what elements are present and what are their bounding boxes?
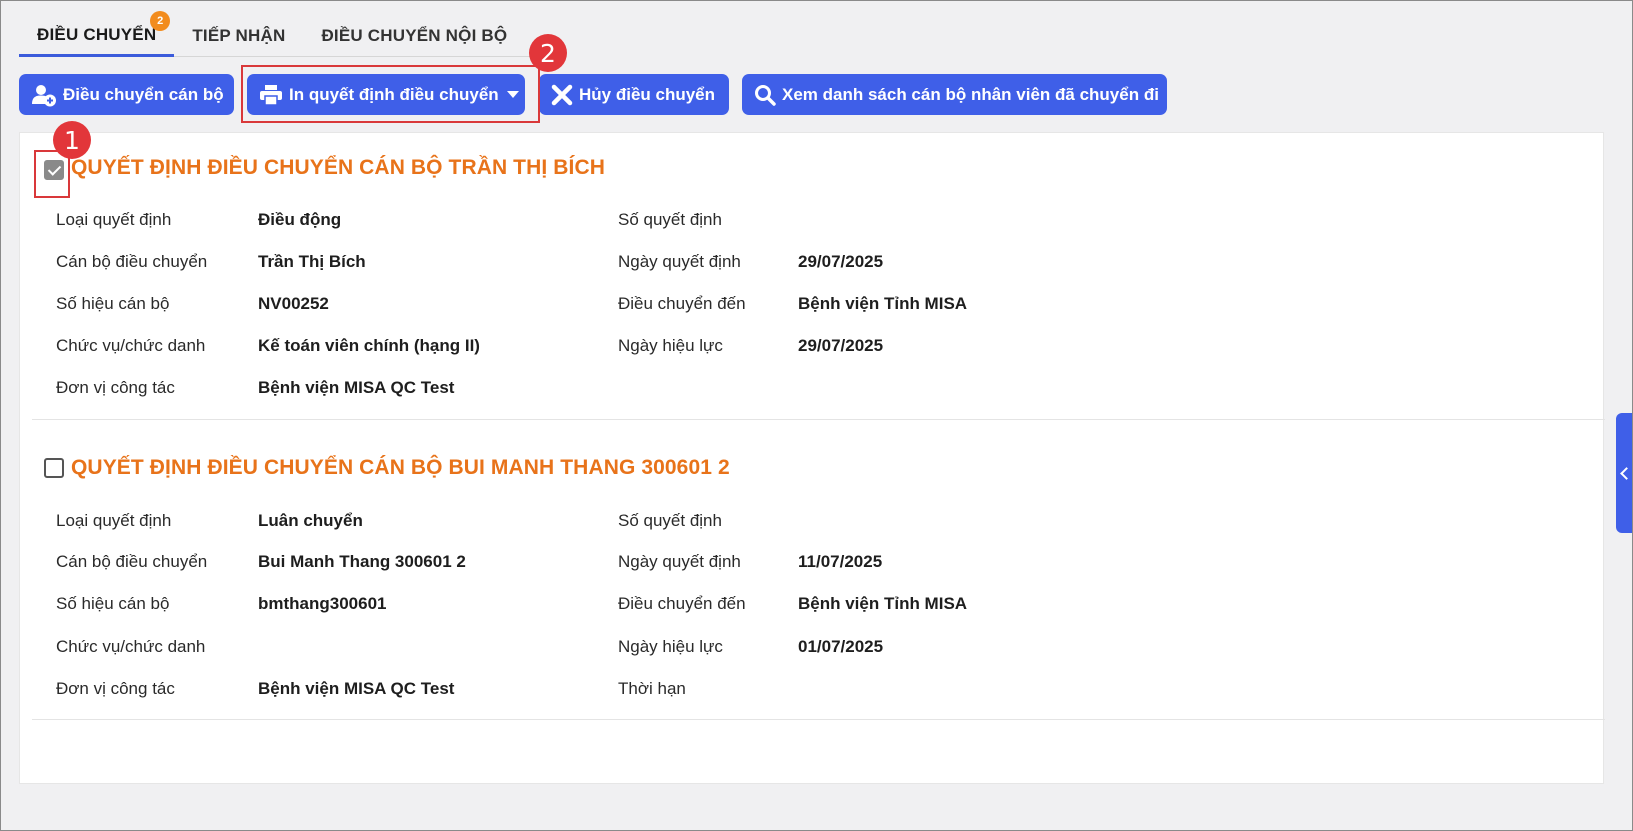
field-value: Bui Manh Thang 300601 2 [258,552,466,571]
tab-label: ĐIỀU CHUYỂN [37,24,157,44]
tab-bar: ĐIỀU CHUYỂN 2 TIẾP NHẬN ĐIỀU CHUYỂN NỘI … [19,11,531,57]
field-label: Điều chuyển đến [618,594,746,613]
field-label: Thời hạn [618,679,686,698]
record-title: QUYẾT ĐỊNH ĐIỀU CHUYỂN CÁN BỘ TRẦN THỊ B… [71,156,605,179]
field-label: Đơn vị công tác [56,378,175,397]
record-divider [32,419,1605,420]
field-value: bmthang300601 [258,594,387,613]
view-transferred-list-label: Xem danh sách cán bộ nhân viên đã chuyển… [782,84,1159,104]
field-value: Bệnh viện MISA QC Test [258,679,455,698]
transfer-staff-label: Điều chuyển cán bộ [63,84,224,104]
decision-list-panel: QUYẾT ĐỊNH ĐIỀU CHUYỂN CÁN BỘ TRẦN THỊ B… [19,132,1605,784]
field-label: Ngày quyết định [618,552,741,571]
field-label: Loại quyết định [56,210,172,229]
field-label: Số quyết định [618,210,722,229]
tab-dieu-chuyen[interactable]: ĐIỀU CHUYỂN 2 [19,11,175,57]
field-label: Cán bộ điều chuyển [56,552,208,571]
field-value: Trần Thị Bích [258,252,366,271]
field-label: Số quyết định [618,511,722,530]
field-value: Điều động [258,210,342,229]
transfer-staff-button[interactable]: Điều chuyển cán bộ [19,74,234,115]
record-divider [32,719,1605,720]
step-number-1: 1 [53,121,91,159]
tab-badge: 2 [150,11,171,31]
field-label: Đơn vị công tác [56,679,175,698]
tab-dieu-chuyen-noi-bo[interactable]: ĐIỀU CHUYỂN NỘI BỘ [303,15,525,57]
record-title: QUYẾT ĐỊNH ĐIỀU CHUYỂN CÁN BỘ BUI MANH T… [71,456,730,479]
field-label: Chức vụ/chức danh [56,336,206,355]
field-label: Loại quyết định [56,511,172,530]
field-value: 29/07/2025 [798,336,884,355]
field-label: Ngày hiệu lực [618,336,723,355]
field-label: Ngày hiệu lực [618,637,723,656]
highlight-box-print [241,65,540,123]
tab-label: TIẾP NHẬN [192,26,286,45]
close-icon [551,84,573,105]
field-value: Luân chuyển [258,511,363,530]
field-label: Chức vụ/chức danh [56,637,206,656]
field-value: 11/07/2025 [798,552,883,571]
field-label: Cán bộ điều chuyển [56,252,208,271]
cancel-transfer-label: Hủy điều chuyển [579,84,716,104]
field-value: NV00252 [258,294,329,313]
field-value: Bệnh viện MISA QC Test [258,378,455,397]
field-value: 01/07/2025 [798,637,884,656]
field-value: 29/07/2025 [798,252,884,271]
chevron-left-icon [1619,466,1633,480]
cancel-transfer-button[interactable]: Hủy điều chuyển [539,74,729,115]
field-label: Số hiệu cán bộ [56,594,170,613]
field-label: Ngày quyết định [618,252,741,271]
field-value: Kế toán viên chính (hạng II) [258,336,480,355]
side-panel-toggle[interactable] [1616,413,1633,533]
search-icon [755,84,776,106]
record-checkbox[interactable] [44,458,64,478]
field-value: Bệnh viện Tỉnh MISA [798,294,968,313]
field-label: Số hiệu cán bộ [56,294,170,313]
tab-label: ĐIỀU CHUYỂN NỘI BỘ [321,26,508,45]
view-transferred-list-button[interactable]: Xem danh sách cán bộ nhân viên đã chuyển… [742,74,1167,115]
field-value: Bệnh viện Tỉnh MISA [798,594,968,613]
step-number-2: 2 [529,34,567,72]
tab-tiep-nhan[interactable]: TIẾP NHẬN [174,15,303,57]
add-user-icon [32,84,56,106]
field-label: Điều chuyển đến [618,294,746,313]
